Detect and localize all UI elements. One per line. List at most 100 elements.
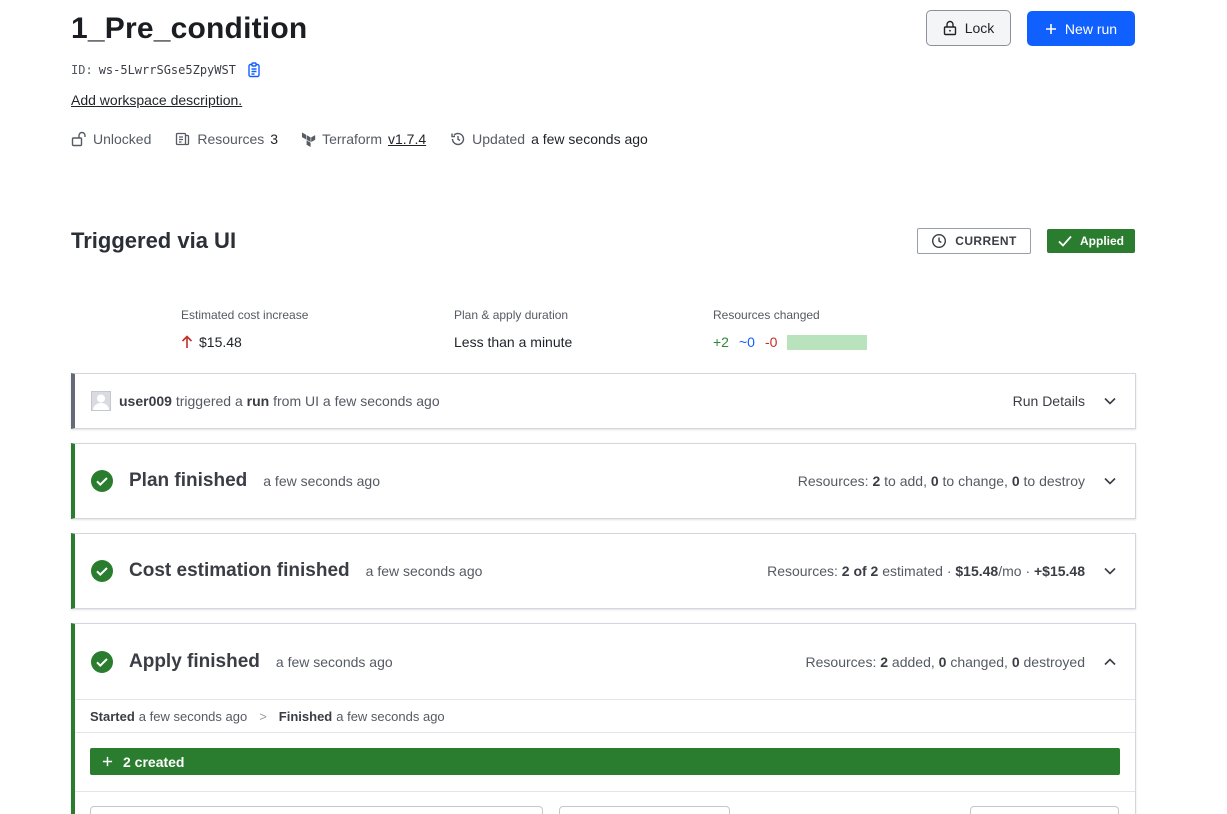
- trigger-user[interactable]: user009: [119, 393, 172, 409]
- stat-resources-label: Resources changed: [713, 308, 820, 322]
- current-badge-label: CURRENT: [955, 234, 1017, 248]
- resources-count-value: 3: [270, 131, 279, 147]
- apply-destroyed-text: destroyed: [1023, 653, 1085, 670]
- resources-label: Resources: [197, 131, 265, 147]
- new-run-button-label: New run: [1064, 20, 1118, 37]
- terraform-version-link[interactable]: v1.7.4: [388, 131, 426, 147]
- filter-input[interactable]: [90, 806, 543, 814]
- apply-changed-count: 0: [938, 653, 947, 670]
- apply-summary: Resources: 2 added, 0 changed, 0 destroy…: [806, 653, 1119, 671]
- cost-resources-summary: Resources: 2 of 2 estimated · $15.48/mo …: [767, 563, 1085, 579]
- unlock-icon: [71, 131, 87, 147]
- trigger-card: user009 triggered a run from UI a few se…: [71, 373, 1136, 429]
- trigger-text-2: from UI a few seconds ago: [273, 393, 440, 409]
- check-circle-icon: [91, 560, 113, 582]
- terraform-icon: [302, 131, 316, 147]
- user-avatar: [91, 391, 111, 411]
- terraform-label: Terraform: [322, 131, 382, 147]
- view-toggle[interactable]: [970, 806, 1119, 814]
- workspace-meta-row: Unlocked Resources 3 Terraform v1.7.4 Up…: [71, 131, 672, 147]
- plan-title: Plan finished: [129, 470, 248, 491]
- apply-destroyed-count: 0: [1011, 653, 1020, 670]
- stat-cost-label: Estimated cost increase: [181, 308, 309, 322]
- apply-added-count: 2: [880, 653, 889, 670]
- plan-destroy-text: to destroy: [1023, 473, 1085, 489]
- check-icon: [1058, 235, 1072, 247]
- lock-icon: [943, 20, 957, 36]
- apply-started-value: a few seconds ago: [138, 708, 248, 724]
- arrow-up-icon: [181, 335, 193, 349]
- workspace-id-label: ID:: [71, 63, 93, 77]
- cost-monthly-unit: /mo ·: [998, 563, 1031, 579]
- lock-button-label: Lock: [964, 20, 995, 36]
- stat-resources-changed: Resources changed +2 ~0 -0: [713, 308, 868, 350]
- cost-res-prefix: Resources:: [767, 563, 838, 579]
- stat-duration-value: Less than a minute: [454, 334, 573, 350]
- cost-estimation-card[interactable]: Cost estimation finished a few seconds a…: [71, 533, 1136, 609]
- apply-resources-summary: Resources: 2 added, 0 changed, 0 destroy…: [806, 654, 1085, 670]
- clock-icon: [931, 233, 947, 249]
- chevron-down-icon[interactable]: [1101, 472, 1119, 490]
- stat-cost-increase: Estimated cost increase $15.48: [181, 308, 308, 350]
- history-icon: [450, 131, 466, 147]
- cost-summary: Resources: 2 of 2 estimated · $15.48/mo …: [767, 562, 1119, 580]
- workspace-title: 1_Pre_condition: [71, 12, 308, 45]
- plan-change-text: to change,: [942, 473, 1008, 489]
- plan-card[interactable]: Plan finished a few seconds ago Resource…: [71, 443, 1136, 519]
- stat-resources-value-row: +2 ~0 -0: [713, 334, 868, 350]
- stat-duration-label: Plan & apply duration: [454, 308, 569, 322]
- apply-changed-text: changed,: [950, 653, 1008, 670]
- resources-changed-bar: [787, 334, 868, 350]
- apply-divider: [75, 791, 1135, 792]
- run-details-toggle[interactable]: Run Details: [1013, 392, 1119, 410]
- stat-duration: Plan & apply duration Less than a minute: [454, 308, 572, 350]
- check-circle-icon: [91, 650, 113, 673]
- trigger-run-word: run: [246, 393, 270, 409]
- check-circle-icon: [91, 470, 113, 492]
- apply-time: a few seconds ago: [275, 653, 393, 670]
- apply-card-header[interactable]: Apply finished a few seconds ago Resourc…: [75, 624, 1135, 699]
- plan-res-prefix: Resources:: [797, 473, 869, 489]
- chevron-down-icon: [1101, 392, 1119, 410]
- cost-time: a few seconds ago: [365, 563, 483, 579]
- resources-icon: [175, 131, 191, 147]
- plan-change-count: 0: [930, 473, 939, 489]
- applied-status-label: Applied: [1080, 234, 1124, 248]
- apply-added-text: added,: [891, 653, 935, 670]
- resources-changed: ~0: [738, 334, 755, 350]
- applied-status-badge: Applied: [1047, 229, 1135, 253]
- chevron-up-icon[interactable]: [1101, 653, 1119, 671]
- run-details-label: Run Details: [1012, 393, 1085, 409]
- add-description-link[interactable]: Add workspace description.: [71, 92, 242, 108]
- resources-destroyed: -0: [764, 334, 778, 350]
- trigger-text: user009 triggered a run from UI a few se…: [119, 393, 440, 409]
- cost-title: Cost estimation finished: [129, 560, 350, 581]
- created-resources-bar[interactable]: 2 created: [90, 748, 1120, 775]
- filter-dropdown[interactable]: [559, 806, 730, 814]
- plan-resources-summary: Resources: 2 to add, 0 to change, 0 to d…: [798, 473, 1085, 489]
- plan-add-count: 2: [872, 473, 881, 489]
- apply-res-prefix: Resources:: [805, 653, 877, 670]
- copy-icon[interactable]: [246, 62, 262, 78]
- terraform-version: Terraform v1.7.4: [302, 131, 426, 147]
- chevron-down-icon[interactable]: [1101, 562, 1119, 580]
- cost-estimated-text: estimated ·: [882, 563, 952, 579]
- cost-delta: +$15.48: [1034, 563, 1085, 579]
- run-title: Triggered via UI: [71, 228, 237, 253]
- updated-label: Updated: [472, 131, 526, 147]
- apply-started-label: Started: [90, 708, 135, 724]
- updated-value: a few seconds ago: [531, 131, 648, 147]
- updated-time: Updated a few seconds ago: [450, 131, 648, 147]
- cost-estimated-count: 2 of 2: [841, 563, 879, 579]
- resources-added: +2: [713, 334, 729, 350]
- plan-time: a few seconds ago: [263, 473, 380, 489]
- trigger-text-1: triggered a: [175, 393, 243, 409]
- apply-title: Apply finished: [129, 650, 260, 672]
- new-run-button[interactable]: New run: [1027, 11, 1135, 46]
- current-badge: CURRENT: [917, 228, 1031, 254]
- lock-button[interactable]: Lock: [926, 10, 1011, 46]
- plan-add-text: to add,: [884, 473, 927, 489]
- stat-cost-value-row: $15.48: [181, 334, 308, 350]
- workspace-id-value: ws-5LwrrSGse5ZpyWST: [98, 63, 236, 77]
- apply-timeline: Started a few seconds ago > Finished a f…: [75, 699, 1135, 733]
